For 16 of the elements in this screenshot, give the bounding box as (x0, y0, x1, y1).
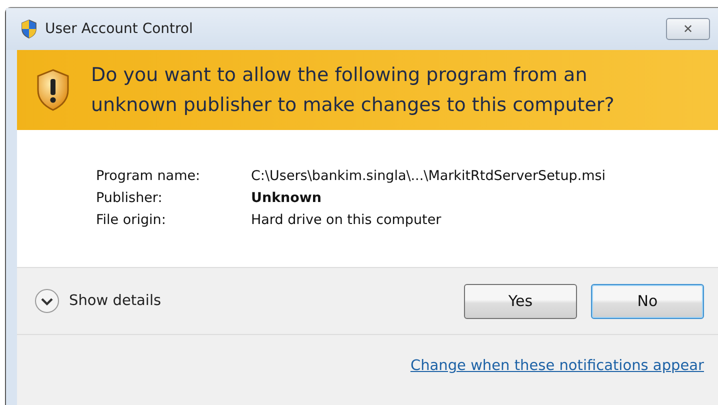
dialog-button[interactable]: No (591, 284, 704, 318)
notification-settings-link[interactable]: Change when these notifications appear (410, 358, 704, 374)
window-title: User Account Control (45, 21, 194, 37)
detail-label: Publisher: (96, 190, 164, 206)
detail-value: Unknown (251, 190, 323, 206)
chevron-icon (34, 288, 60, 314)
detail-label: Program name: (96, 168, 202, 184)
close-button[interactable]: ✕ (666, 18, 710, 40)
warning-shield-icon (35, 68, 71, 112)
shield-icon (20, 19, 38, 39)
detail-label: File origin: (96, 212, 167, 228)
show-details-toggle[interactable]: Show details (34, 288, 464, 314)
detail-value: Hard drive on this computer (251, 212, 442, 228)
prompt-message: Do you want to allow the following program from an unknown publisher to make changes to this computer? (91, 63, 616, 118)
dialog-button[interactable]: Yes (464, 284, 577, 318)
detail-value: C:\Users\bankim.singla\...\MarkitRtdServerSetup.msi (251, 168, 607, 184)
